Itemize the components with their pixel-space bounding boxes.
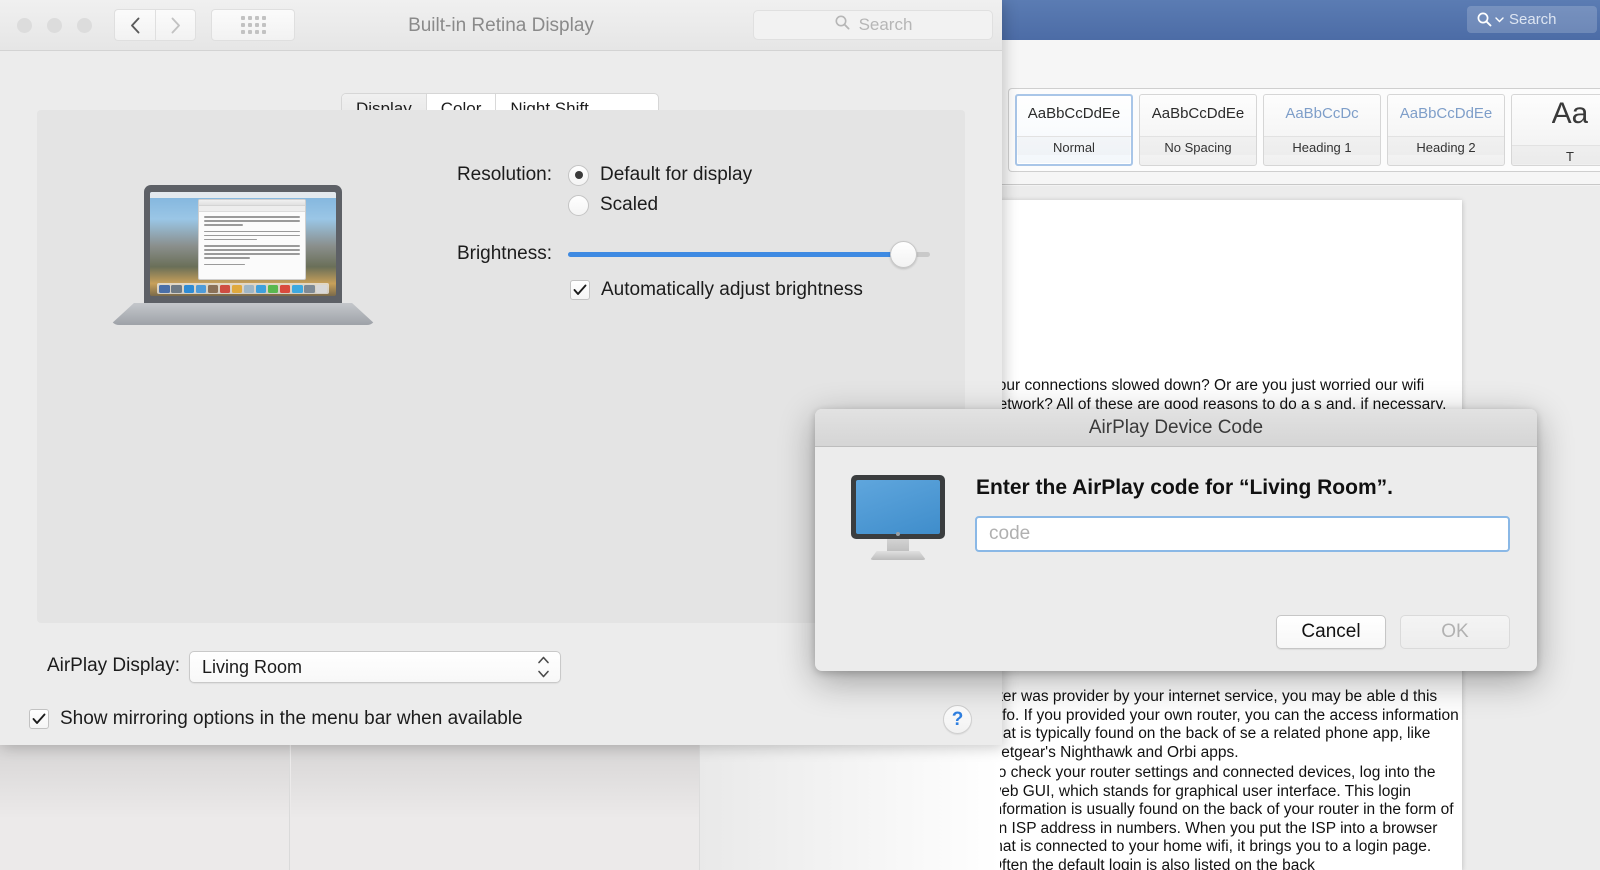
window-divider <box>699 744 700 870</box>
style-preview: AaBbCcDdEe <box>1399 105 1493 122</box>
word-title-bar: Search <box>1000 0 1600 40</box>
window-divider <box>289 744 290 870</box>
radio-indicator <box>568 194 589 216</box>
styles-gallery[interactable]: AaBbCcDdEe Normal AaBbCcDdEe No Spacing … <box>1008 88 1600 172</box>
airplay-selected-value: Living Room <box>202 656 303 677</box>
style-name: T <box>1512 144 1600 164</box>
checkbox-show-mirroring-options[interactable]: Show mirroring options in the menu bar w… <box>29 708 523 730</box>
radio-indicator <box>568 164 589 186</box>
style-preview: Aa <box>1551 96 1589 130</box>
style-preview: AaBbCcDdEe <box>1151 105 1245 122</box>
style-name: No Spacing <box>1140 136 1256 155</box>
word-ribbon: AaBbCcDdEe Normal AaBbCcDdEe No Spacing … <box>1000 40 1600 185</box>
monitor-screen <box>856 480 940 534</box>
desktop-window-edge <box>700 744 1000 870</box>
airplay-code-input[interactable]: code <box>975 516 1510 552</box>
checkmark-icon <box>32 713 46 724</box>
checkbox-label: Show mirroring options in the menu bar w… <box>60 708 523 729</box>
prefs-search-placeholder: Search <box>858 15 913 34</box>
dialog-title: AirPlay Device Code <box>1088 416 1264 438</box>
search-icon <box>834 14 851 36</box>
monitor-stand-foot <box>870 551 926 560</box>
monitor-bezel <box>851 475 945 539</box>
document-paragraph: uter was provider by your internet servi… <box>1000 688 1459 761</box>
textedit-window <box>198 199 307 281</box>
radio-scaled[interactable]: Scaled <box>568 194 658 216</box>
radio-label: Scaled <box>600 194 659 215</box>
word-search-field[interactable]: Search <box>1467 6 1597 33</box>
help-button[interactable]: ? <box>943 705 972 734</box>
prefs-search-field[interactable]: Search <box>753 10 993 40</box>
updown-chevrons-icon <box>537 656 550 678</box>
slider-knob[interactable] <box>889 241 917 268</box>
chevron-down-icon <box>1495 17 1504 23</box>
checkmark-icon <box>573 284 587 295</box>
textedit-text-lines <box>199 212 305 272</box>
airplay-code-placeholder: code <box>989 523 1031 544</box>
macos-menu-bar <box>150 192 336 198</box>
style-name: Heading 2 <box>1388 136 1504 155</box>
prefs-toolbar: Built-in Retina Display Search <box>0 0 1002 51</box>
style-name: Heading 1 <box>1264 136 1380 155</box>
macos-dock <box>157 283 329 294</box>
dialog-title-bar: AirPlay Device Code <box>815 409 1537 447</box>
search-icon <box>1476 11 1504 28</box>
style-tile-normal[interactable]: AaBbCcDdEe Normal <box>1015 94 1133 166</box>
dialog-heading: Enter the AirPlay code for “Living Room”… <box>976 476 1393 499</box>
style-preview: AaBbCcDc <box>1285 105 1359 122</box>
word-search-placeholder: Search <box>1509 11 1557 28</box>
macbook-base <box>110 303 376 325</box>
brightness-label: Brightness: <box>456 243 552 264</box>
cancel-button[interactable]: Cancel <box>1276 615 1386 649</box>
radio-label: Default for display <box>600 164 753 185</box>
window-shadow <box>291 744 700 870</box>
checkbox-indicator <box>29 709 49 729</box>
style-tile-no-spacing[interactable]: AaBbCcDdEe No Spacing <box>1139 94 1257 166</box>
document-paragraph: To check your router settings and connec… <box>1000 764 1454 870</box>
slider-fill <box>568 252 904 257</box>
screen-root: Search AaBbCcDdEe Normal AaBbCcDdEe No S… <box>0 0 1600 870</box>
monitor-indicator-dot <box>896 532 900 536</box>
airplay-display-label: AirPlay Display: <box>46 655 180 676</box>
checkbox-label: Automatically adjust brightness <box>601 279 863 300</box>
style-tile-heading-2[interactable]: AaBbCcDdEe Heading 2 <box>1387 94 1505 166</box>
monitor-stand-neck <box>887 539 909 553</box>
display-monitor-icon <box>851 475 945 561</box>
style-tile-heading-1[interactable]: AaBbCcDc Heading 1 <box>1263 94 1381 166</box>
airplay-display-dropdown[interactable]: Living Room <box>189 651 561 683</box>
checkbox-indicator <box>570 280 590 300</box>
airplay-device-code-dialog: AirPlay Device Code Enter the AirPlay co… <box>815 409 1537 671</box>
brightness-slider[interactable] <box>568 241 930 268</box>
window-shadow <box>0 744 290 870</box>
style-tile-title[interactable]: Aa T <box>1511 94 1600 166</box>
radio-default-for-display[interactable]: Default for display <box>568 164 752 186</box>
style-preview: AaBbCcDdEe <box>1027 105 1121 122</box>
ok-button: OK <box>1400 615 1510 649</box>
style-name: Normal <box>1017 136 1131 155</box>
checkbox-auto-adjust-brightness[interactable]: Automatically adjust brightness <box>570 279 863 301</box>
resolution-label: Resolution: <box>456 164 552 185</box>
